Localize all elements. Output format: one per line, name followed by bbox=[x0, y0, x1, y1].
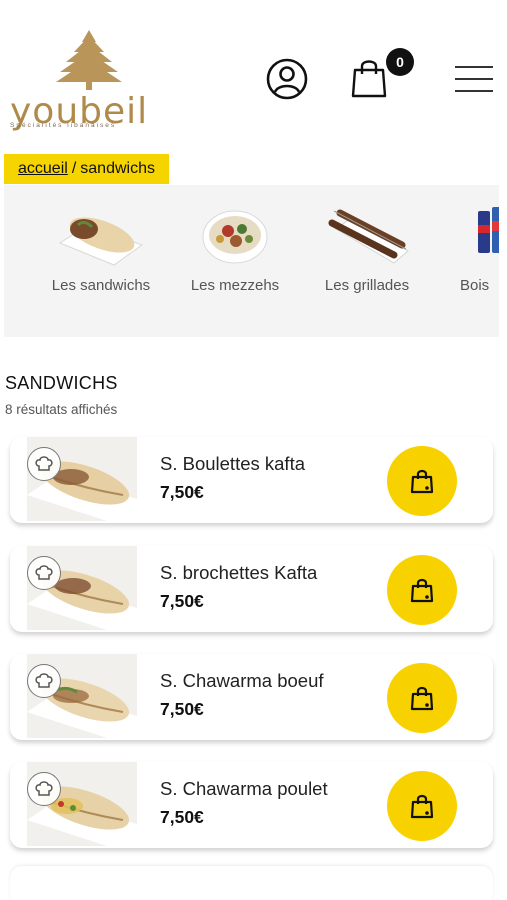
cart-button[interactable] bbox=[349, 56, 389, 100]
product-name[interactable]: S. Chawarma poulet bbox=[160, 778, 328, 800]
mezze-bowl-image bbox=[202, 210, 268, 264]
product-price: 7,50€ bbox=[160, 699, 204, 719]
skewers-image bbox=[328, 209, 409, 264]
menu-bar bbox=[455, 78, 493, 80]
product-price: 7,50€ bbox=[160, 482, 204, 502]
category-label: Bois bbox=[460, 277, 490, 294]
add-to-cart-button[interactable] bbox=[387, 555, 457, 625]
site-header: youbeil Spécialités libanaises 0 bbox=[0, 0, 507, 150]
logo-tagline: Spécialités libanaises bbox=[10, 122, 117, 129]
category-label: Les mezzehs bbox=[190, 277, 280, 294]
menu-bar bbox=[455, 66, 493, 68]
menu-bar bbox=[455, 90, 493, 92]
cedar-tree-icon bbox=[56, 30, 122, 90]
shopping-bag-icon bbox=[351, 60, 387, 98]
category-mezzehs[interactable]: Les mezzehs bbox=[180, 185, 290, 337]
product-card[interactable]: S. Chawarma boeuf 7,50€ bbox=[10, 654, 493, 740]
add-to-bag-icon bbox=[410, 469, 434, 494]
chef-hat-icon bbox=[27, 447, 61, 481]
sandwich-image bbox=[58, 217, 144, 266]
hamburger-menu-button[interactable] bbox=[455, 64, 493, 94]
product-card[interactable]: S. Boulettes kafta 7,50€ bbox=[10, 437, 493, 523]
product-card[interactable]: S. Chawarma poulet 7,50€ bbox=[10, 762, 493, 848]
category-sandwichs[interactable]: Les sandwichs bbox=[46, 185, 156, 337]
breadcrumb-current: sandwichs bbox=[80, 160, 155, 177]
add-to-cart-button[interactable] bbox=[387, 446, 457, 516]
product-name[interactable]: S. Boulettes kafta bbox=[160, 453, 305, 475]
add-to-cart-button[interactable] bbox=[387, 771, 457, 841]
user-icon bbox=[266, 58, 308, 100]
product-name[interactable]: S. Chawarma boeuf bbox=[160, 670, 324, 692]
category-label: Les grillades bbox=[324, 277, 410, 294]
chef-hat-icon bbox=[27, 772, 61, 806]
cart-count-badge: 0 bbox=[386, 48, 414, 76]
add-to-bag-icon bbox=[410, 794, 434, 819]
chef-hat-icon bbox=[27, 556, 61, 590]
results-count: 8 résultats affichés bbox=[5, 402, 118, 417]
category-grillades[interactable]: Les grillades bbox=[312, 185, 422, 337]
add-to-cart-button[interactable] bbox=[387, 663, 457, 733]
product-name[interactable]: S. brochettes Kafta bbox=[160, 562, 317, 584]
breadcrumb: accueil / sandwichs bbox=[4, 154, 169, 184]
category-boissons[interactable]: Bois bbox=[444, 185, 499, 337]
product-price: 7,50€ bbox=[160, 591, 204, 611]
brand-logo[interactable]: youbeil Spécialités libanaises bbox=[6, 28, 168, 132]
category-label: Les sandwichs bbox=[51, 277, 151, 294]
product-price: 7,50€ bbox=[160, 807, 204, 827]
drinks-cans-image bbox=[478, 207, 499, 253]
section-title: SANDWICHS bbox=[5, 373, 118, 393]
account-button[interactable] bbox=[265, 57, 309, 101]
category-carousel[interactable]: Les sandwichs Les mezzehs Les grillades bbox=[4, 185, 499, 337]
add-to-bag-icon bbox=[410, 578, 434, 603]
product-card[interactable]: S. brochettes Kafta 7,50€ bbox=[10, 546, 493, 632]
breadcrumb-separator: / bbox=[71, 160, 77, 177]
chef-hat-icon bbox=[27, 664, 61, 698]
product-card-partial bbox=[10, 866, 493, 900]
add-to-bag-icon bbox=[410, 686, 434, 711]
breadcrumb-home-link[interactable]: accueil bbox=[18, 160, 68, 178]
